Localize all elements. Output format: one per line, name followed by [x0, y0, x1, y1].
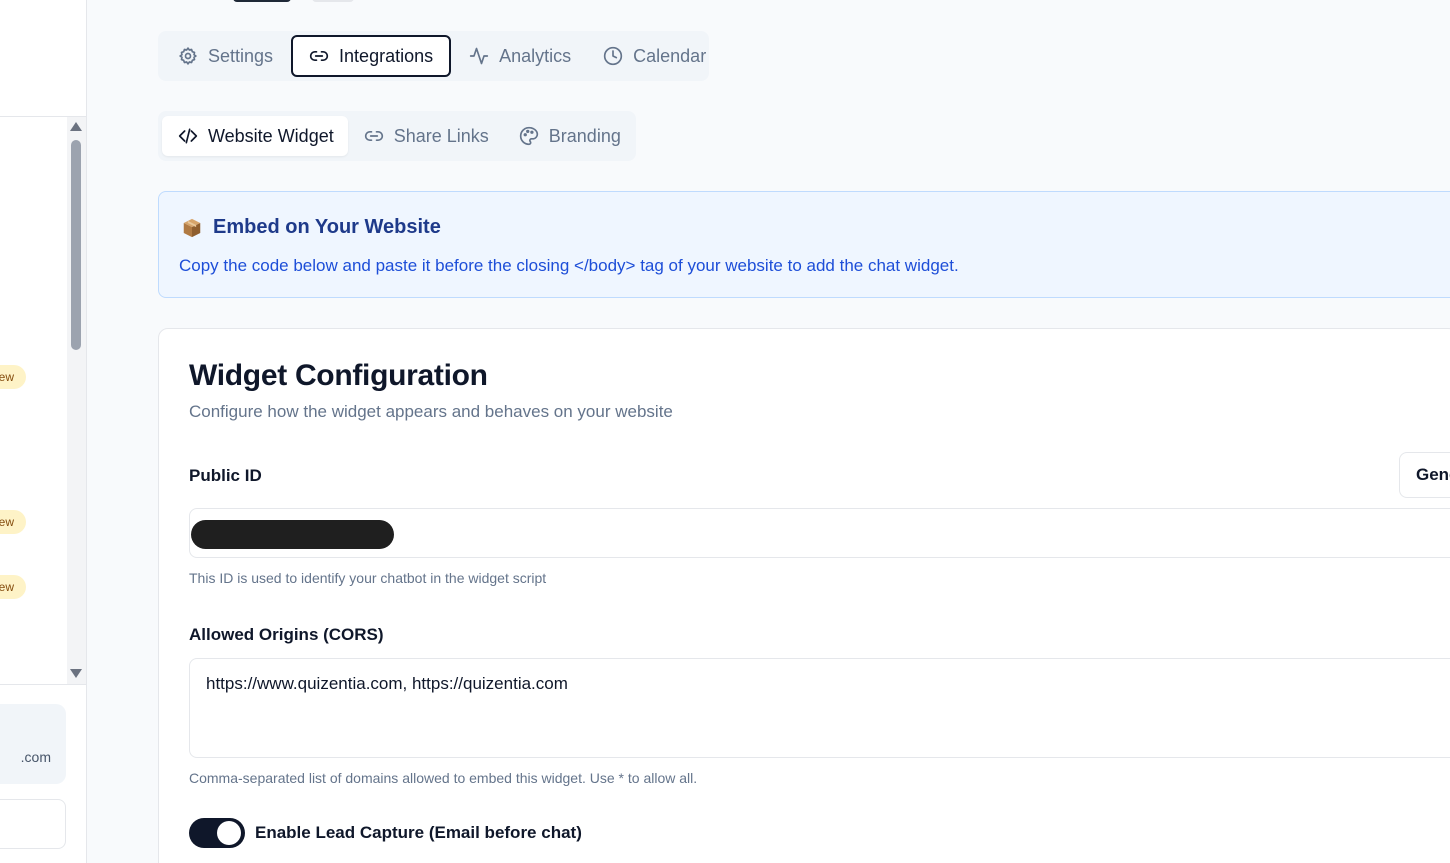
subtab-label: Branding: [548, 125, 621, 146]
subtab-label: Website Widget: [208, 125, 334, 146]
top-element-fragment: [233, 0, 291, 2]
top-element-fragment: [312, 0, 354, 2]
sidebar-divider: [0, 684, 86, 685]
embed-info-banner: Embed on Your Website Copy the code belo…: [158, 191, 1450, 298]
sidebar: ew ew ew .com: [0, 0, 87, 863]
account-card[interactable]: [0, 704, 66, 784]
banner-description: Copy the code below and paste it before …: [179, 256, 959, 275]
package-icon: [183, 218, 201, 237]
link-icon: [309, 51, 329, 62]
integration-subtabs: Website Widget Share Links Branding: [158, 111, 636, 161]
lead-capture-toggle[interactable]: [189, 818, 245, 848]
scroll-up-arrow-icon[interactable]: [70, 122, 82, 131]
allowed-origins-label: Allowed Origins (CORS): [189, 625, 384, 644]
allowed-origins-textarea[interactable]: https://www.quizentia.com, https://quize…: [189, 658, 1450, 758]
subtab-branding[interactable]: Branding: [503, 116, 635, 156]
allowed-origins-hint: Comma-separated list of domains allowed …: [189, 770, 698, 786]
lead-capture-label: Enable Lead Capture (Email before chat): [255, 823, 582, 842]
new-badge: ew: [0, 510, 26, 534]
public-id-label: Public ID: [189, 466, 262, 485]
tab-label: Settings: [208, 45, 274, 66]
clock-icon: [603, 46, 623, 66]
tab-label: Calendar: [633, 45, 707, 66]
generate-id-button[interactable]: Gene: [1399, 452, 1450, 498]
link-icon: [364, 131, 383, 141]
toggle-knob: [217, 821, 241, 845]
tab-integrations[interactable]: Integrations: [291, 35, 452, 77]
tab-label: Analytics: [499, 45, 572, 66]
activity-icon: [469, 47, 489, 65]
sidebar-input[interactable]: [0, 799, 66, 849]
main-tabs: Settings Integrations Analytics Calendar: [158, 31, 709, 81]
public-id-hint: This ID is used to identify your chatbot…: [189, 570, 547, 586]
new-badge: ew: [0, 575, 26, 599]
tab-analytics[interactable]: Analytics: [453, 35, 587, 77]
public-id-input[interactable]: [189, 508, 1450, 558]
allowed-origins-value: https://www.quizentia.com, https://quize…: [206, 674, 568, 693]
sidebar-scroll-thumb[interactable]: [71, 140, 81, 350]
widget-configuration-card: Widget Configuration Configure how the w…: [158, 328, 1450, 863]
card-title: Widget Configuration: [189, 359, 488, 392]
gear-icon: [179, 47, 197, 65]
scroll-down-arrow-icon[interactable]: [70, 669, 82, 678]
subtab-website-widget[interactable]: Website Widget: [162, 116, 348, 156]
palette-icon: [519, 126, 538, 146]
banner-title: Embed on Your Website: [213, 216, 441, 238]
code-icon: [178, 128, 198, 144]
subtab-label: Share Links: [393, 125, 489, 146]
subtab-share-links[interactable]: Share Links: [348, 116, 503, 156]
new-badge: ew: [0, 365, 26, 389]
redacted-value: [191, 520, 394, 549]
card-subtitle: Configure how the widget appears and beh…: [189, 402, 673, 421]
account-email: .com: [20, 749, 51, 765]
banner-title-row: Embed on Your Website: [181, 216, 441, 239]
tab-label: Integrations: [339, 45, 434, 66]
tab-calendar[interactable]: Calendar: [587, 35, 722, 77]
tab-settings[interactable]: Settings: [162, 35, 289, 77]
